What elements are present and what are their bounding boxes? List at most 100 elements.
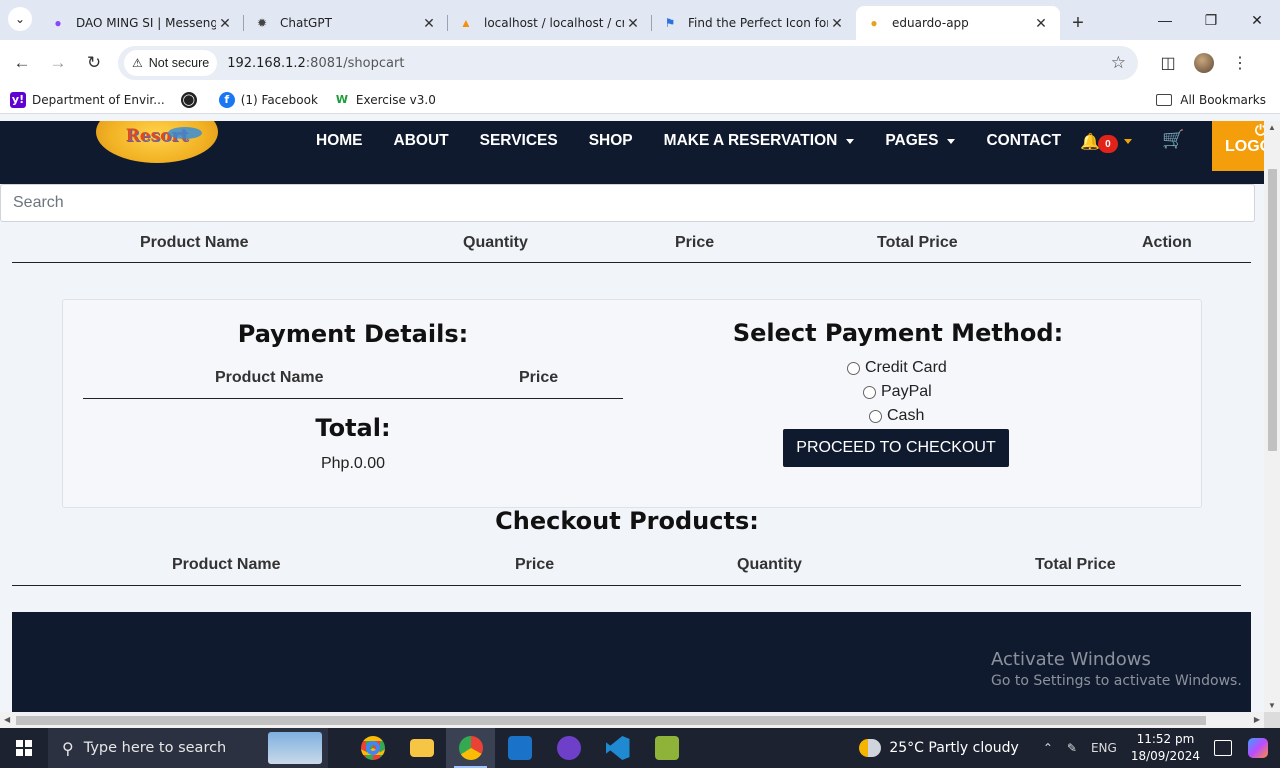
notifications-dropdown[interactable]: 🔔 0	[1080, 130, 1132, 153]
bookmark-label: Exercise v3.0	[355, 92, 436, 107]
radio-button[interactable]	[863, 385, 876, 399]
scroll-up-icon[interactable]: ▲	[1268, 123, 1276, 132]
radio-button[interactable]	[847, 361, 860, 375]
copilot-icon[interactable]	[1248, 738, 1268, 758]
scroll-left-icon[interactable]: ◀	[4, 715, 10, 724]
vscode-icon	[605, 736, 630, 760]
column-header: Total Price	[877, 234, 958, 251]
bookmark-item[interactable]: W Exercise v3.0	[334, 92, 436, 108]
menu-kebab-icon[interactable]: ⋮	[1222, 45, 1258, 81]
phpmyadmin-icon: ▲	[460, 16, 472, 30]
column-header: Price	[515, 556, 555, 573]
column-header: Total Price	[1035, 556, 1116, 573]
browser-tab[interactable]: ⚑ Find the Perfect Icon for Your ✕	[651, 6, 856, 40]
nav-label: CONTACT	[986, 132, 1062, 149]
new-tab-button[interactable]: +	[1060, 6, 1096, 40]
taskbar-app-xampp[interactable]	[642, 728, 691, 768]
scrollbar-thumb[interactable]	[1268, 169, 1277, 451]
nav-contact[interactable]: CONTACT	[986, 132, 1061, 150]
close-icon[interactable]: ✕	[420, 15, 438, 32]
clock[interactable]: 11:52 pm 18/09/2024	[1131, 731, 1200, 765]
close-window-icon[interactable]: ✕	[1234, 0, 1280, 40]
logo-wave	[168, 127, 202, 139]
globe-icon: ◯	[180, 91, 197, 108]
pen-icon[interactable]: ✎	[1067, 741, 1077, 755]
nav-home[interactable]: HOME	[316, 132, 363, 150]
resort-logo[interactable]: Resort	[96, 121, 218, 163]
bell-icon: 🔔	[1080, 133, 1100, 151]
vertical-scrollbar[interactable]: ▲ ▼	[1264, 121, 1280, 712]
system-tray: 25°C Partly cloudy ⌃ ✎ ENG 11:52 pm 18/0…	[859, 731, 1280, 765]
shopping-cart-icon[interactable]: 🛒	[1162, 129, 1184, 150]
taskbar-app-outlook[interactable]	[495, 728, 544, 768]
security-chip[interactable]: ⚠ Not secure	[124, 50, 218, 76]
site-navbar: Resort HOME ABOUT SERVICES SHOP MAKE A R…	[0, 121, 1264, 184]
taskbar-app-vscode[interactable]	[593, 728, 642, 768]
url-text[interactable]: 192.168.1.2:8081/shopcart	[227, 56, 404, 71]
scrollbar-corner	[1264, 712, 1280, 728]
browser-tab[interactable]: ● DAO MING SI | Messenger ✕	[40, 6, 244, 40]
page-viewport: Resort HOME ABOUT SERVICES SHOP MAKE A R…	[0, 121, 1264, 712]
folder-icon	[409, 739, 434, 757]
taskbar-app-file-explorer[interactable]	[397, 728, 446, 768]
close-icon[interactable]: ✕	[624, 15, 642, 32]
start-button[interactable]	[0, 728, 48, 768]
horizontal-scrollbar[interactable]: ◀ ▶	[0, 712, 1264, 728]
partly-cloudy-icon	[859, 739, 882, 757]
browser-tab-active[interactable]: ● eduardo-app ✕	[856, 6, 1060, 40]
proceed-to-checkout-button[interactable]: PROCEED TO CHECKOUT	[783, 429, 1009, 467]
search-input[interactable]: Search	[0, 184, 1255, 222]
profile-avatar[interactable]	[1194, 53, 1214, 73]
warning-icon: ⚠	[132, 56, 143, 70]
minimize-icon[interactable]: —	[1142, 0, 1188, 40]
close-icon[interactable]: ✕	[216, 15, 234, 32]
close-icon[interactable]: ✕	[828, 15, 846, 32]
tab-search-button[interactable]: ⌄	[0, 0, 40, 40]
taskbar-app-github-desktop[interactable]	[544, 728, 593, 768]
taskbar-app-chrome-profile[interactable]	[446, 728, 495, 768]
weather-widget[interactable]: 25°C Partly cloudy	[859, 739, 1019, 757]
radio-cash[interactable]: Cash	[869, 407, 924, 425]
bookmark-star-icon[interactable]: ☆	[1111, 53, 1126, 73]
logout-button[interactable]: ⏻ LOGO	[1212, 121, 1264, 171]
radio-button[interactable]	[869, 409, 882, 423]
close-icon[interactable]: ✕	[1032, 15, 1050, 32]
nav-shop[interactable]: SHOP	[589, 132, 633, 150]
nav-make-reservation[interactable]: MAKE A RESERVATION	[664, 132, 855, 150]
all-bookmarks[interactable]: All Bookmarks	[1156, 93, 1266, 107]
column-header: Action	[1142, 234, 1192, 251]
scrollbar-thumb[interactable]	[16, 716, 1206, 725]
total-label: Total:	[315, 414, 391, 442]
nav-pages[interactable]: PAGES	[885, 132, 956, 150]
browser-tab[interactable]: ▲ localhost / localhost / crud ✕	[447, 6, 652, 40]
browser-tab[interactable]: ✹ ChatGPT ✕	[243, 6, 448, 40]
nav-label: SHOP	[588, 132, 633, 149]
radio-credit-card[interactable]: Credit Card	[847, 359, 947, 377]
flag-icon: ⚑	[664, 16, 676, 30]
checkout-products-title: Checkout Products:	[495, 507, 759, 535]
nav-services[interactable]: SERVICES	[480, 132, 558, 150]
back-icon[interactable]: ←	[4, 45, 40, 81]
language-indicator[interactable]: ENG	[1091, 741, 1117, 755]
nav-about[interactable]: ABOUT	[394, 132, 449, 150]
scroll-right-icon[interactable]: ▶	[1254, 715, 1260, 724]
bookmark-item[interactable]: ◯	[180, 91, 203, 108]
taskbar-app-chrome[interactable]	[348, 728, 397, 768]
bookmark-item[interactable]: y! Department of Envir...	[10, 91, 165, 108]
column-header: Quantity	[463, 234, 528, 251]
restore-icon[interactable]: ❐	[1188, 0, 1234, 40]
address-bar[interactable]: ⚠ Not secure 192.168.1.2:8081/shopcart ☆	[118, 46, 1138, 80]
total-value: Php.0.00	[320, 455, 386, 472]
activate-windows-watermark: Activate Windows Go to Settings to activ…	[991, 649, 1242, 689]
notification-badge: 0	[1097, 135, 1118, 153]
forward-icon[interactable]: →	[40, 45, 76, 81]
radio-paypal[interactable]: PayPal	[863, 383, 932, 401]
scroll-down-icon[interactable]: ▼	[1268, 701, 1276, 710]
reload-icon[interactable]: ↻	[76, 45, 112, 81]
notification-center-icon[interactable]	[1214, 740, 1232, 756]
extensions-icon[interactable]: ◫	[1150, 45, 1186, 81]
taskbar-search[interactable]: ⚲ Type here to search	[48, 728, 328, 768]
bookmark-item[interactable]: f (1) Facebook	[218, 91, 318, 108]
chevron-up-icon[interactable]: ⌃	[1043, 741, 1053, 755]
search-placeholder: Search	[13, 194, 64, 211]
